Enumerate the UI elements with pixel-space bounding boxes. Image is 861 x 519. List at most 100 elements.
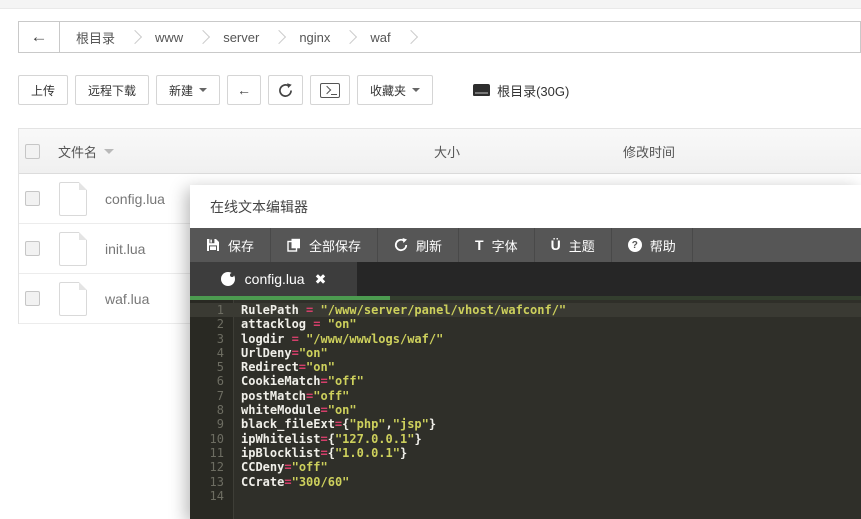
favorites-label: 收藏夹 xyxy=(370,82,406,99)
breadcrumb-item-nginx[interactable]: nginx xyxy=(299,30,330,45)
code-token: whiteModule xyxy=(241,403,320,417)
breadcrumb-item-www[interactable]: www xyxy=(155,30,183,45)
save-button[interactable]: 保存 xyxy=(190,228,271,262)
upload-button[interactable]: 上传 xyxy=(18,75,68,105)
theme-button[interactable]: Ü 主题 xyxy=(535,228,612,262)
row-checkbox[interactable] xyxy=(25,191,40,206)
code-token: { xyxy=(328,446,335,460)
line-number: 5 xyxy=(190,360,233,374)
column-header-size[interactable]: 大小 xyxy=(434,142,460,161)
breadcrumb-item-root[interactable]: 根目录 xyxy=(76,28,115,47)
row-checkbox[interactable] xyxy=(25,241,40,256)
code-token xyxy=(313,303,320,317)
editor-toolbar: 保存 全部保存 刷新 T 字体 Ü xyxy=(190,228,861,262)
code-text: attacklog = "on" xyxy=(233,317,357,331)
code-token: = xyxy=(284,475,291,489)
code-token: "on" xyxy=(328,317,357,331)
font-icon: T xyxy=(475,238,484,252)
chevron-right-icon xyxy=(404,30,418,44)
code-token: logdir xyxy=(241,332,284,346)
file-icon xyxy=(59,282,87,316)
file-name[interactable]: waf.lua xyxy=(105,291,149,307)
code-lines: 1RulePath = "/www/server/panel/vhost/waf… xyxy=(190,303,861,503)
file-name[interactable]: init.lua xyxy=(105,241,145,257)
dialog-header[interactable]: 在线文本编辑器 xyxy=(190,185,861,228)
refresh-icon xyxy=(278,83,293,98)
file-icon xyxy=(59,182,87,216)
row-checkbox[interactable] xyxy=(25,291,40,306)
code-line: 7postMatch="off" xyxy=(190,389,861,403)
code-token: black_fileExt xyxy=(241,417,335,431)
line-number: 9 xyxy=(190,417,233,431)
save-all-icon xyxy=(287,238,301,252)
save-all-button[interactable]: 全部保存 xyxy=(271,228,378,262)
back-button[interactable]: ← xyxy=(227,75,261,105)
code-text: postMatch="off" xyxy=(233,389,349,403)
disk-usage-label: 根目录(30G) xyxy=(497,81,569,100)
code-token: = xyxy=(320,446,327,460)
help-icon: ? xyxy=(628,238,642,252)
breadcrumb-back-button[interactable]: ← xyxy=(19,22,60,52)
code-token: attacklog xyxy=(241,317,306,331)
column-header-mtime[interactable]: 修改时间 xyxy=(623,142,675,161)
file-toolbar: 上传 远程下载 新建 ← 收藏夹 根目录(30G) xyxy=(18,75,569,105)
code-token: postMatch xyxy=(241,389,306,403)
tab-config-lua[interactable]: config.lua ✖ xyxy=(190,262,357,296)
breadcrumb-item-server[interactable]: server xyxy=(223,30,259,45)
code-text: CCDeny="off" xyxy=(233,460,328,474)
code-token: CCrate xyxy=(241,475,284,489)
code-token: "jsp" xyxy=(393,417,429,431)
line-number: 2 xyxy=(190,317,233,331)
top-strip xyxy=(0,0,861,9)
terminal-button[interactable] xyxy=(310,75,350,105)
code-line: 13CCrate="300/60" xyxy=(190,475,861,489)
chevron-right-icon xyxy=(128,30,142,44)
code-token xyxy=(299,303,306,317)
chevron-right-icon xyxy=(196,30,210,44)
chevron-right-icon xyxy=(272,30,286,44)
code-token: = xyxy=(292,346,299,360)
code-token: = xyxy=(320,403,327,417)
tab-close-icon[interactable]: ✖ xyxy=(315,271,327,288)
font-button[interactable]: T 字体 xyxy=(459,228,535,262)
code-token: "on" xyxy=(299,346,328,360)
hard-disk-icon xyxy=(473,84,490,96)
code-token: = xyxy=(299,360,306,374)
code-text: whiteModule="on" xyxy=(233,403,357,417)
refresh-button[interactable] xyxy=(268,75,303,105)
code-token: "php" xyxy=(349,417,385,431)
line-number: 7 xyxy=(190,389,233,403)
save-button-label: 保存 xyxy=(228,236,254,255)
line-number: 8 xyxy=(190,403,233,417)
breadcrumb-item-waf[interactable]: waf xyxy=(370,30,390,45)
code-token: ipBlocklist xyxy=(241,446,320,460)
editor-refresh-button[interactable]: 刷新 xyxy=(378,228,459,262)
file-name[interactable]: config.lua xyxy=(105,191,165,207)
new-button-label: 新建 xyxy=(169,82,193,99)
favorites-dropdown-button[interactable]: 收藏夹 xyxy=(357,75,433,105)
code-token: "off" xyxy=(292,460,328,474)
screen: ← 根目录 www server nginx waf 上传 远程下载 新建 ← xyxy=(0,0,861,519)
remote-download-button[interactable]: 远程下载 xyxy=(75,75,149,105)
code-token: "127.0.0.1" xyxy=(335,432,414,446)
theme-button-label: 主题 xyxy=(569,236,595,255)
help-button[interactable]: ? 帮助 xyxy=(612,228,693,262)
code-line: 10ipWhitelist={"127.0.0.1"} xyxy=(190,432,861,446)
code-editor[interactable]: 1RulePath = "/www/server/panel/vhost/waf… xyxy=(190,300,861,519)
editor-tab-bar: config.lua ✖ xyxy=(190,262,861,296)
save-icon xyxy=(206,238,220,252)
code-token: = xyxy=(313,317,320,331)
code-text xyxy=(233,489,241,503)
code-text: black_fileExt={"php","jsp"} xyxy=(233,417,436,431)
column-header-filename[interactable]: 文件名 xyxy=(58,142,114,161)
code-text: ipBlocklist={"1.0.0.1"} xyxy=(233,446,407,460)
code-token: ipWhitelist xyxy=(241,432,320,446)
file-icon xyxy=(59,232,87,266)
disk-usage[interactable]: 根目录(30G) xyxy=(473,81,569,100)
line-number: 12 xyxy=(190,460,233,474)
line-number: 4 xyxy=(190,346,233,360)
code-line: 1RulePath = "/www/server/panel/vhost/waf… xyxy=(190,303,861,317)
font-button-label: 字体 xyxy=(492,236,518,255)
new-dropdown-button[interactable]: 新建 xyxy=(156,75,220,105)
select-all-checkbox[interactable] xyxy=(25,144,40,159)
